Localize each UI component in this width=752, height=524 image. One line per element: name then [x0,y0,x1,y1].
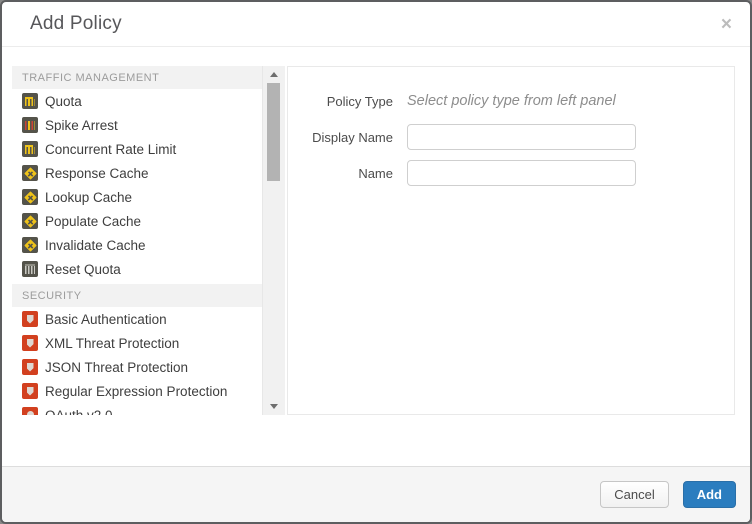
cache-diamond-icon [22,213,38,229]
scrollbar-thumb[interactable] [267,83,280,181]
cache-diamond-icon [22,165,38,181]
cancel-button[interactable]: Cancel [600,481,668,508]
shield-icon [22,311,38,327]
bar-chart-icon [22,93,38,109]
shield-icon [22,383,38,399]
policy-item-regular-expression-protection[interactable]: Regular Expression Protection [12,379,262,403]
policy-form-panel: Policy Type Select policy type from left… [287,66,735,415]
policy-type-value: Select policy type from left panel [407,93,616,109]
add-button[interactable]: Add [683,481,736,508]
modal-title: Add Policy [30,13,122,35]
policy-item-label: JSON Threat Protection [45,360,188,375]
display-name-row: Display Name [288,124,734,150]
section-header-traffic-management: TRAFFIC MANAGEMENT [12,66,262,89]
name-label: Name [288,166,393,181]
shield-icon [22,335,38,351]
cache-diamond-icon [22,189,38,205]
display-name-input[interactable] [407,124,636,150]
policy-item-concurrent-rate-limit[interactable]: Concurrent Rate Limit [12,137,262,161]
close-icon[interactable]: × [721,15,732,34]
policy-item-label: Response Cache [45,166,149,181]
modal-header: Add Policy × [2,2,750,47]
reset-bars-icon [22,261,38,277]
add-policy-modal: Add Policy × TRAFFIC MANAGEMENT Quota Sp… [0,0,752,524]
scrollbar-up-arrow-icon[interactable] [270,72,278,77]
policy-item-label: XML Threat Protection [45,336,179,351]
policy-item-label: Basic Authentication [45,312,167,327]
policy-item-response-cache[interactable]: Response Cache [12,161,262,185]
scrollbar[interactable] [262,66,285,415]
policy-item-invalidate-cache[interactable]: Invalidate Cache [12,233,262,257]
policy-item-reset-quota[interactable]: Reset Quota [12,257,262,281]
policy-item-label: Lookup Cache [45,190,132,205]
scrollbar-down-arrow-icon[interactable] [270,404,278,409]
policy-type-label: Policy Type [288,94,393,109]
policy-item-label: OAuth v2.0 [45,408,113,416]
policy-type-row: Policy Type Select policy type from left… [288,88,734,114]
policy-item-spike-arrest[interactable]: Spike Arrest [12,113,262,137]
modal-footer: Cancel Add [2,466,750,522]
policy-type-list: TRAFFIC MANAGEMENT Quota Spike Arrest Co… [12,66,285,415]
policy-item-label: Concurrent Rate Limit [45,142,176,157]
policy-item-populate-cache[interactable]: Populate Cache [12,209,262,233]
policy-type-rows: TRAFFIC MANAGEMENT Quota Spike Arrest Co… [12,66,262,415]
policy-item-oauth-v2[interactable]: OAuth v2.0 [12,403,262,415]
policy-item-xml-threat-protection[interactable]: XML Threat Protection [12,331,262,355]
section-header-security: SECURITY [12,284,262,307]
display-name-label: Display Name [288,130,393,145]
cache-diamond-icon [22,237,38,253]
modal-body: TRAFFIC MANAGEMENT Quota Spike Arrest Co… [2,47,750,467]
spike-chart-icon [22,117,38,133]
policy-item-quota[interactable]: Quota [12,89,262,113]
shield-icon [22,359,38,375]
policy-item-label: Quota [45,94,82,109]
policy-item-label: Invalidate Cache [45,238,146,253]
policy-item-label: Reset Quota [45,262,121,277]
policy-item-json-threat-protection[interactable]: JSON Threat Protection [12,355,262,379]
lock-icon [22,407,38,415]
policy-item-basic-authentication[interactable]: Basic Authentication [12,307,262,331]
policy-item-label: Spike Arrest [45,118,118,133]
name-input[interactable] [407,160,636,186]
bar-chart-icon [22,141,38,157]
policy-item-label: Populate Cache [45,214,141,229]
policy-item-label: Regular Expression Protection [45,384,227,399]
policy-item-lookup-cache[interactable]: Lookup Cache [12,185,262,209]
name-row: Name [288,160,734,186]
